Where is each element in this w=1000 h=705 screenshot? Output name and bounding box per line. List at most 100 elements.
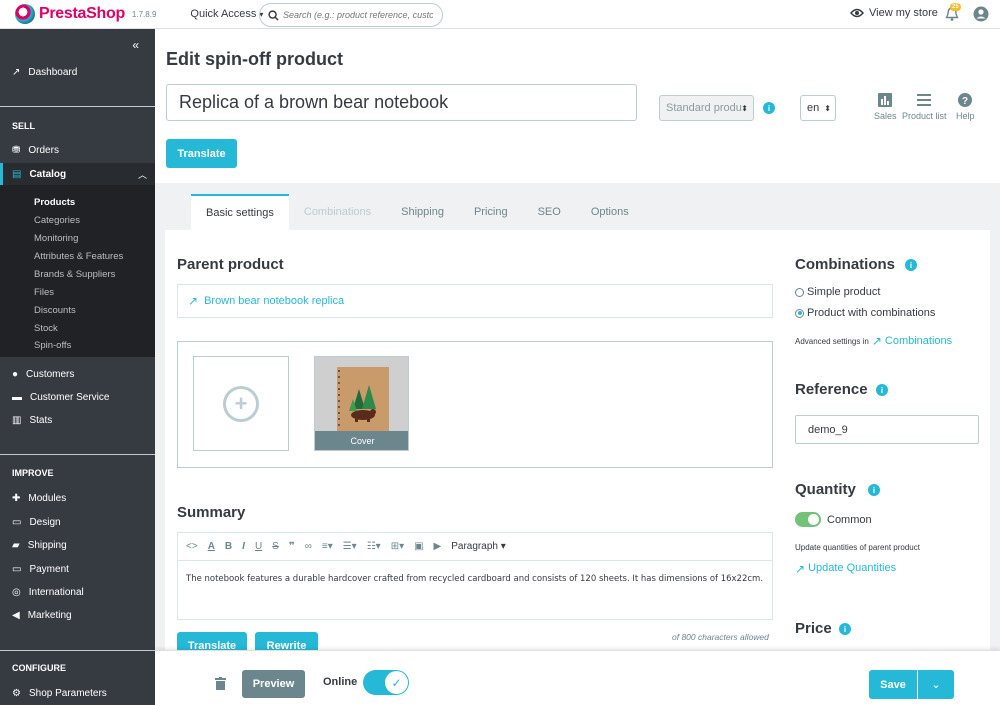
media-icon[interactable]: ▶	[434, 541, 442, 552]
brand-logo[interactable]: PrestaShop 1.7.8.9	[15, 4, 156, 24]
help-label: Help	[956, 111, 975, 121]
italic-icon[interactable]: I	[242, 541, 245, 552]
sidebar-item-customer-service[interactable]: ▬ Customer Service	[0, 392, 155, 403]
section-label-configure: CONFIGURE	[12, 663, 66, 673]
search-box[interactable]	[259, 3, 443, 27]
sales-button[interactable]: Sales	[874, 93, 897, 121]
strikethrough-icon[interactable]: S	[272, 541, 279, 552]
info-icon[interactable]: i	[905, 259, 917, 271]
sidebar: « ↗ Dashboard SELL ⛃ Orders ▤ Catalog ︿ …	[0, 29, 155, 705]
update-quantities-link[interactable]: ↗ Update Quantities	[795, 562, 896, 576]
sidebar-item-label: Dashboard	[28, 67, 78, 78]
save-button[interactable]: Save	[869, 670, 917, 699]
basket-icon: ⛃	[12, 145, 21, 156]
section-label-improve: IMPROVE	[12, 468, 54, 478]
summary-text[interactable]: The notebook features a durable hardcove…	[178, 561, 772, 597]
submenu-item-spinoffs[interactable]: Spin-offs	[34, 340, 71, 351]
image-icon[interactable]: ▣	[414, 541, 423, 552]
text-color-icon[interactable]: A	[208, 541, 215, 552]
reference-title: Reference	[795, 381, 868, 398]
preview-button[interactable]: Preview	[242, 670, 305, 698]
underline-icon[interactable]: U	[255, 541, 262, 552]
info-icon[interactable]: i	[868, 484, 880, 496]
submenu-item-discounts[interactable]: Discounts	[34, 305, 76, 316]
sidebar-item-catalog[interactable]: ▤ Catalog ︿	[0, 163, 155, 186]
reference-input[interactable]: demo_9	[795, 415, 979, 444]
sidebar-item-modules[interactable]: ✚ Modules	[0, 493, 155, 504]
submenu-item-monitoring[interactable]: Monitoring	[34, 233, 78, 244]
paragraph-format-select[interactable]: Paragraph ▾	[451, 541, 506, 552]
cover-image-thumbnail[interactable]: Cover	[314, 356, 409, 451]
bold-icon[interactable]: B	[225, 541, 232, 552]
sidebar-item-label: Orders	[28, 145, 59, 156]
bullet-list-icon[interactable]: ☰▾	[343, 541, 357, 552]
tab-pricing[interactable]: Pricing	[459, 194, 523, 230]
link-icon[interactable]: ∞	[305, 541, 312, 552]
language-select[interactable]: en ⬍	[800, 95, 836, 121]
tab-combinations[interactable]: Combinations	[289, 194, 386, 230]
with-combinations-radio[interactable]: Product with combinations	[795, 307, 935, 319]
view-store-link[interactable]: View my store	[850, 7, 938, 19]
product-type-select[interactable]: Standard produ ⬍	[659, 95, 754, 121]
common-label: Common	[827, 514, 872, 526]
common-quantity-toggle[interactable]	[795, 512, 821, 527]
add-image-button[interactable]: +	[193, 356, 289, 451]
collapse-sidebar-icon[interactable]: «	[132, 38, 139, 52]
submenu-item-stock[interactable]: Stock	[34, 323, 58, 334]
translate-name-button[interactable]: Translate	[166, 139, 237, 168]
numbered-list-icon[interactable]: ☷▾	[367, 541, 381, 552]
sidebar-item-international[interactable]: ◎ International	[0, 587, 155, 598]
trash-icon[interactable]	[215, 677, 226, 690]
sidebar-item-label: International	[28, 587, 84, 598]
quick-access-dropdown[interactable]: Quick Access ▾	[190, 8, 263, 20]
advanced-settings: Advanced settings in ↗ Combinations	[795, 334, 952, 348]
parent-product-link[interactable]: Brown bear notebook replica	[204, 295, 344, 307]
sidebar-item-shipping[interactable]: ▰ Shipping	[0, 540, 155, 551]
prestashop-logo-icon	[15, 4, 35, 24]
align-icon[interactable]: ≡▾	[322, 541, 333, 552]
tab-seo[interactable]: SEO	[523, 194, 576, 230]
cover-label: Cover	[315, 431, 408, 450]
submenu-item-attributes[interactable]: Attributes & Features	[34, 251, 123, 262]
radio-button[interactable]	[795, 287, 804, 297]
help-button[interactable]: ? Help	[956, 93, 975, 121]
sidebar-item-marketing[interactable]: ◀ Marketing	[0, 610, 155, 621]
tab-basic-settings[interactable]: Basic settings	[191, 194, 289, 230]
sidebar-item-design[interactable]: ▭ Design	[0, 517, 155, 528]
user-avatar-icon[interactable]	[973, 6, 989, 22]
notification-count-badge: 25	[950, 3, 961, 11]
code-icon[interactable]: <>	[186, 541, 198, 552]
submenu-item-categories[interactable]: Categories	[34, 215, 80, 226]
sidebar-item-label: Marketing	[27, 610, 72, 621]
tab-shipping[interactable]: Shipping	[386, 194, 459, 230]
sidebar-item-shop-parameters[interactable]: ⚙ Shop Parameters	[0, 688, 155, 699]
info-icon[interactable]: i	[876, 384, 888, 396]
submenu-item-products[interactable]: Products	[34, 197, 75, 208]
sidebar-item-dashboard[interactable]: ↗ Dashboard	[0, 67, 155, 78]
submenu-item-files[interactable]: Files	[34, 287, 54, 298]
sidebar-item-stats[interactable]: ▥ Stats	[0, 415, 155, 426]
sidebar-item-orders[interactable]: ⛃ Orders	[0, 145, 155, 156]
search-icon	[268, 9, 279, 21]
table-icon[interactable]: ⊞▾	[391, 541, 404, 552]
submenu-item-brands[interactable]: Brands & Suppliers	[34, 269, 115, 280]
trending-up-icon: ↗	[12, 67, 21, 78]
external-link-icon: ↗	[188, 294, 199, 308]
product-name-input[interactable]: Replica of a brown bear notebook	[166, 84, 637, 121]
online-toggle[interactable]: ✓	[363, 670, 409, 695]
product-list-button[interactable]: Product list	[902, 93, 947, 121]
sidebar-item-payment[interactable]: ▭ Payment	[0, 564, 155, 575]
info-icon[interactable]: i	[839, 623, 851, 635]
megaphone-icon: ◀	[12, 610, 20, 621]
radio-button-selected[interactable]	[795, 308, 804, 318]
sidebar-item-customers[interactable]: ● Customers	[0, 369, 155, 380]
info-icon[interactable]: i	[763, 102, 775, 114]
tab-options[interactable]: Options	[576, 194, 644, 230]
save-options-chevron-icon[interactable]: ⌄	[918, 670, 954, 699]
quote-icon[interactable]: ❞	[289, 541, 295, 552]
simple-product-radio[interactable]: Simple product	[795, 286, 880, 298]
search-input[interactable]	[283, 10, 433, 20]
help-icon: ?	[958, 93, 973, 107]
sidebar-item-label: Customers	[26, 369, 75, 380]
combinations-link[interactable]: Combinations	[885, 335, 952, 347]
